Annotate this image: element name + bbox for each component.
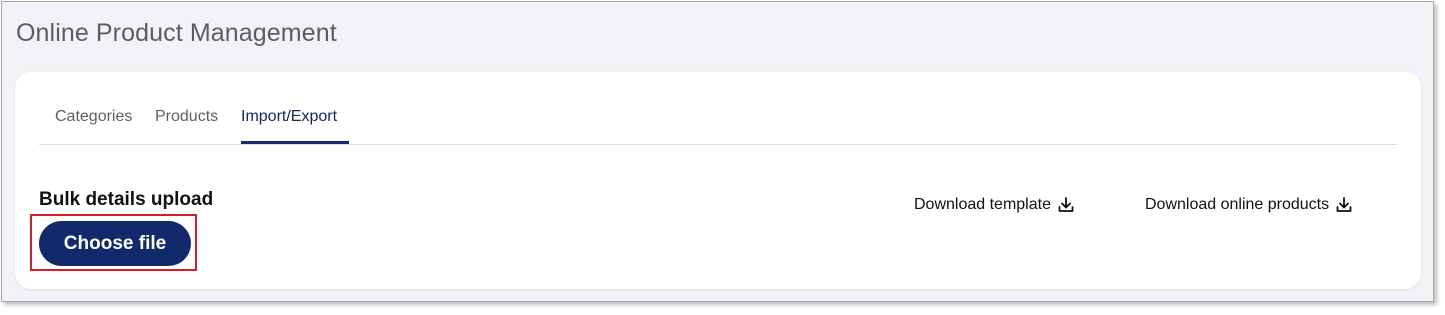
download-icon — [1336, 197, 1352, 212]
tab-bar: Categories Products Import/Export — [39, 72, 1397, 145]
choose-file-button[interactable]: Choose file — [39, 221, 191, 266]
download-template-link[interactable]: Download template — [914, 196, 1075, 214]
download-online-products-label: Download online products — [1145, 196, 1330, 213]
content-card: Categories Products Import/Export Bulk d… — [15, 72, 1421, 289]
download-online-products-link[interactable]: Download online products — [1145, 196, 1353, 214]
tab-import-export[interactable]: Import/Export — [241, 108, 337, 126]
active-tab-indicator — [241, 141, 349, 144]
download-template-label: Download template — [914, 196, 1051, 213]
page-title: Online Product Management — [16, 19, 337, 47]
section-title: Bulk details upload — [39, 189, 214, 210]
tab-products[interactable]: Products — [155, 108, 218, 126]
app-window: Online Product Management Categories Pro… — [1, 1, 1434, 302]
download-icon — [1058, 197, 1074, 212]
tab-categories[interactable]: Categories — [55, 108, 132, 126]
